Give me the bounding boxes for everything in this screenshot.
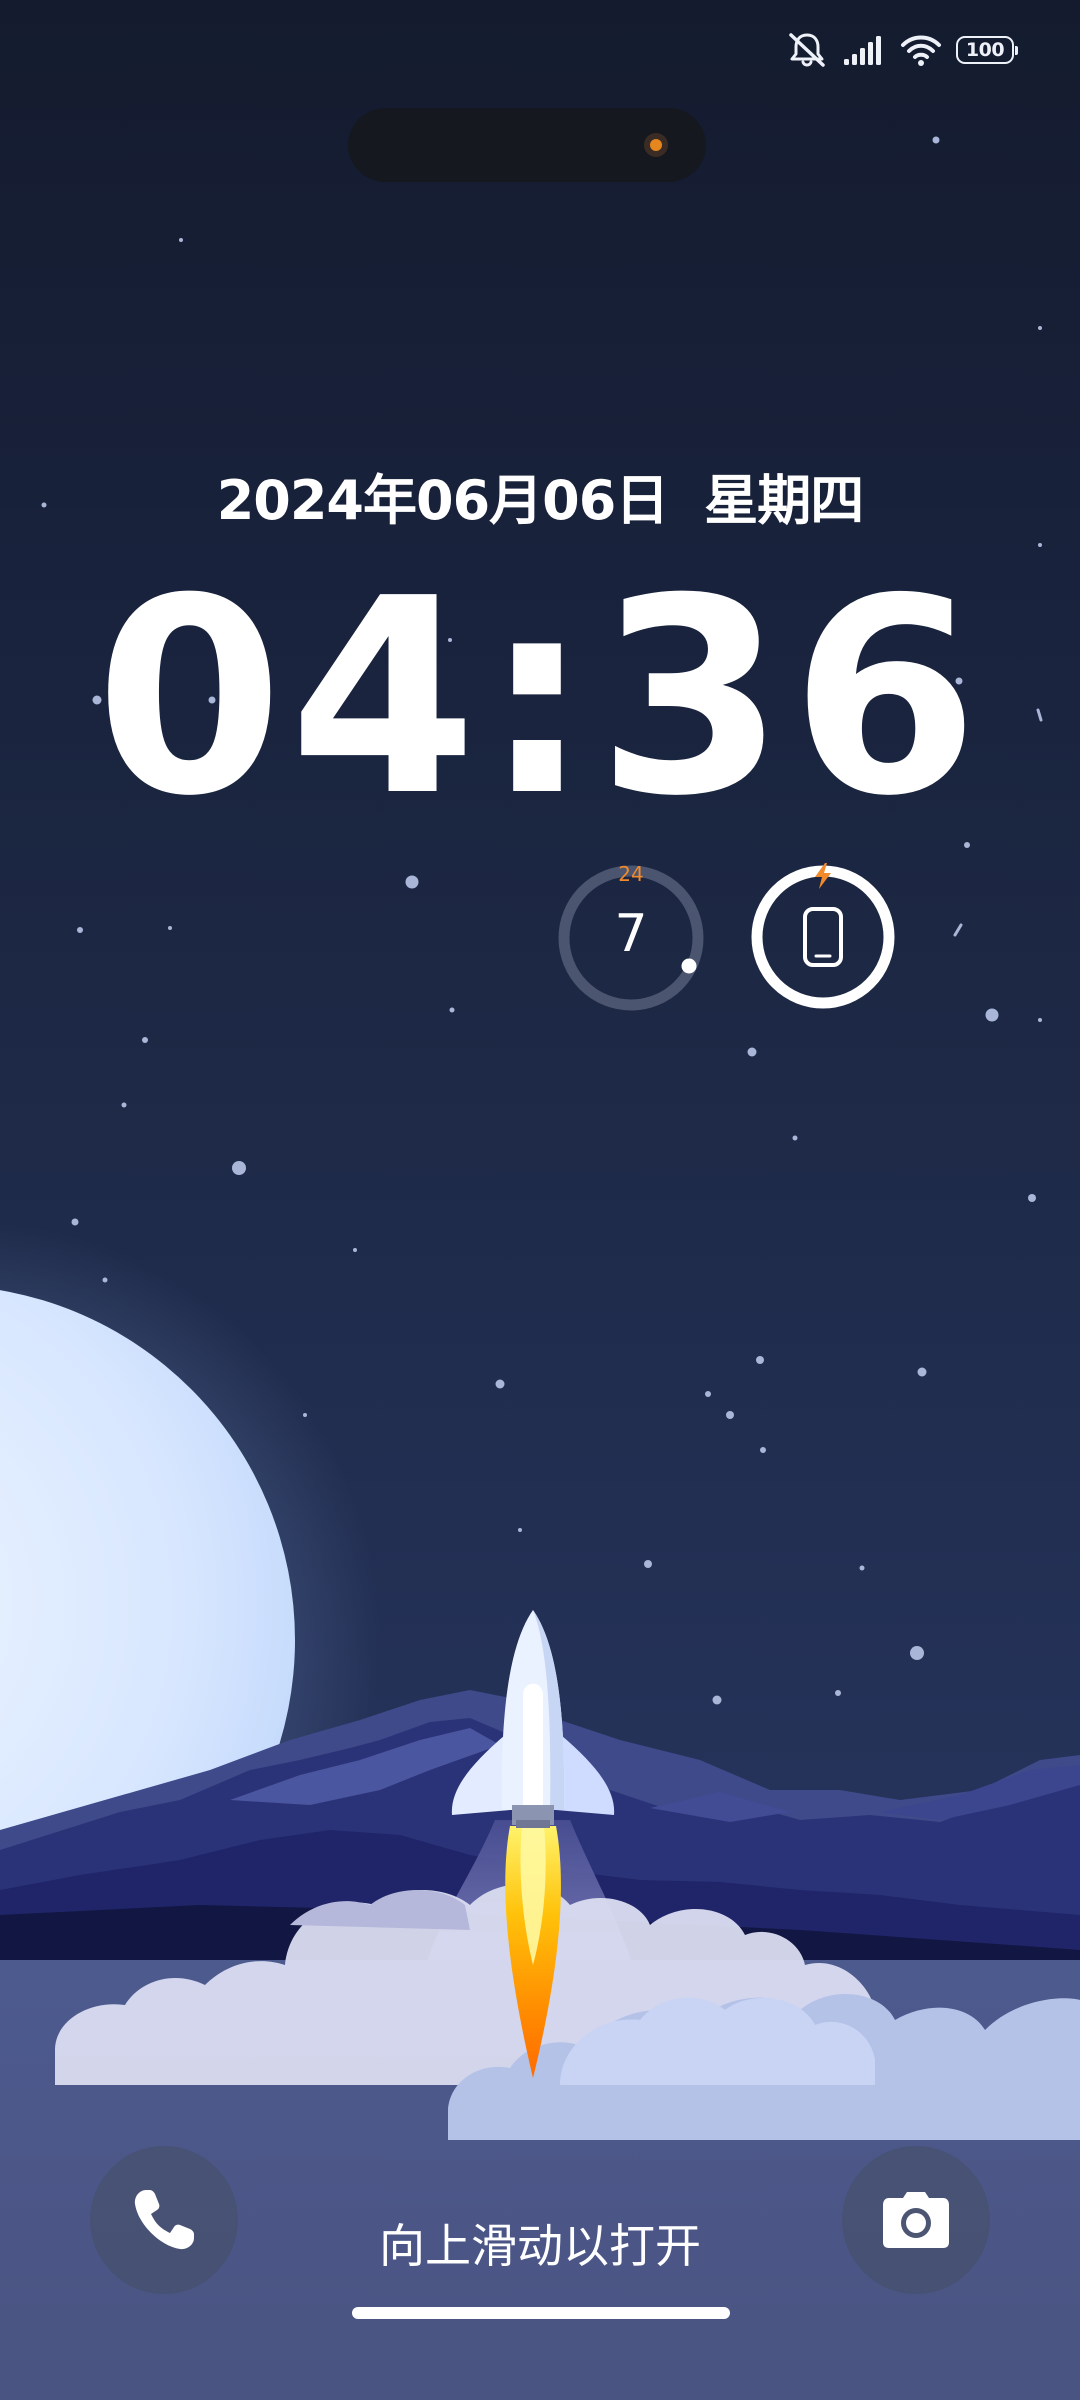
camera-icon (883, 2192, 949, 2248)
battery-indicator: 100 (956, 36, 1018, 64)
steps-goal-label: 24 (618, 862, 644, 886)
cellular-signal-icon (844, 36, 881, 65)
camera-cutout (348, 108, 706, 182)
bell-muted-icon (789, 33, 825, 67)
rocket-launch-illustration (0, 1222, 1080, 2400)
clock: 04:36 (95, 540, 985, 855)
status-bar: 100 (786, 28, 1018, 72)
weekday-text: 星期四 (704, 469, 864, 532)
date-text: 2024年06月06日 (216, 469, 670, 532)
charging-bolt-icon (815, 863, 831, 889)
home-indicator-bar[interactable] (352, 2307, 730, 2319)
camera-shortcut-button[interactable] (842, 2146, 990, 2294)
lock-screen: 100 2024年06月06日 星期四 04:36 24 7 向上滑动以打开 (0, 0, 1080, 2400)
battery-widget[interactable] (748, 862, 898, 1012)
wifi-icon (901, 35, 941, 66)
battery-level: 100 (965, 39, 1005, 61)
camera-lens-icon (644, 133, 668, 157)
steps-widget[interactable]: 24 7 (555, 862, 707, 1014)
steps-value: 7 (614, 904, 648, 964)
date-display: 2024年06月06日 星期四 (0, 456, 1080, 535)
